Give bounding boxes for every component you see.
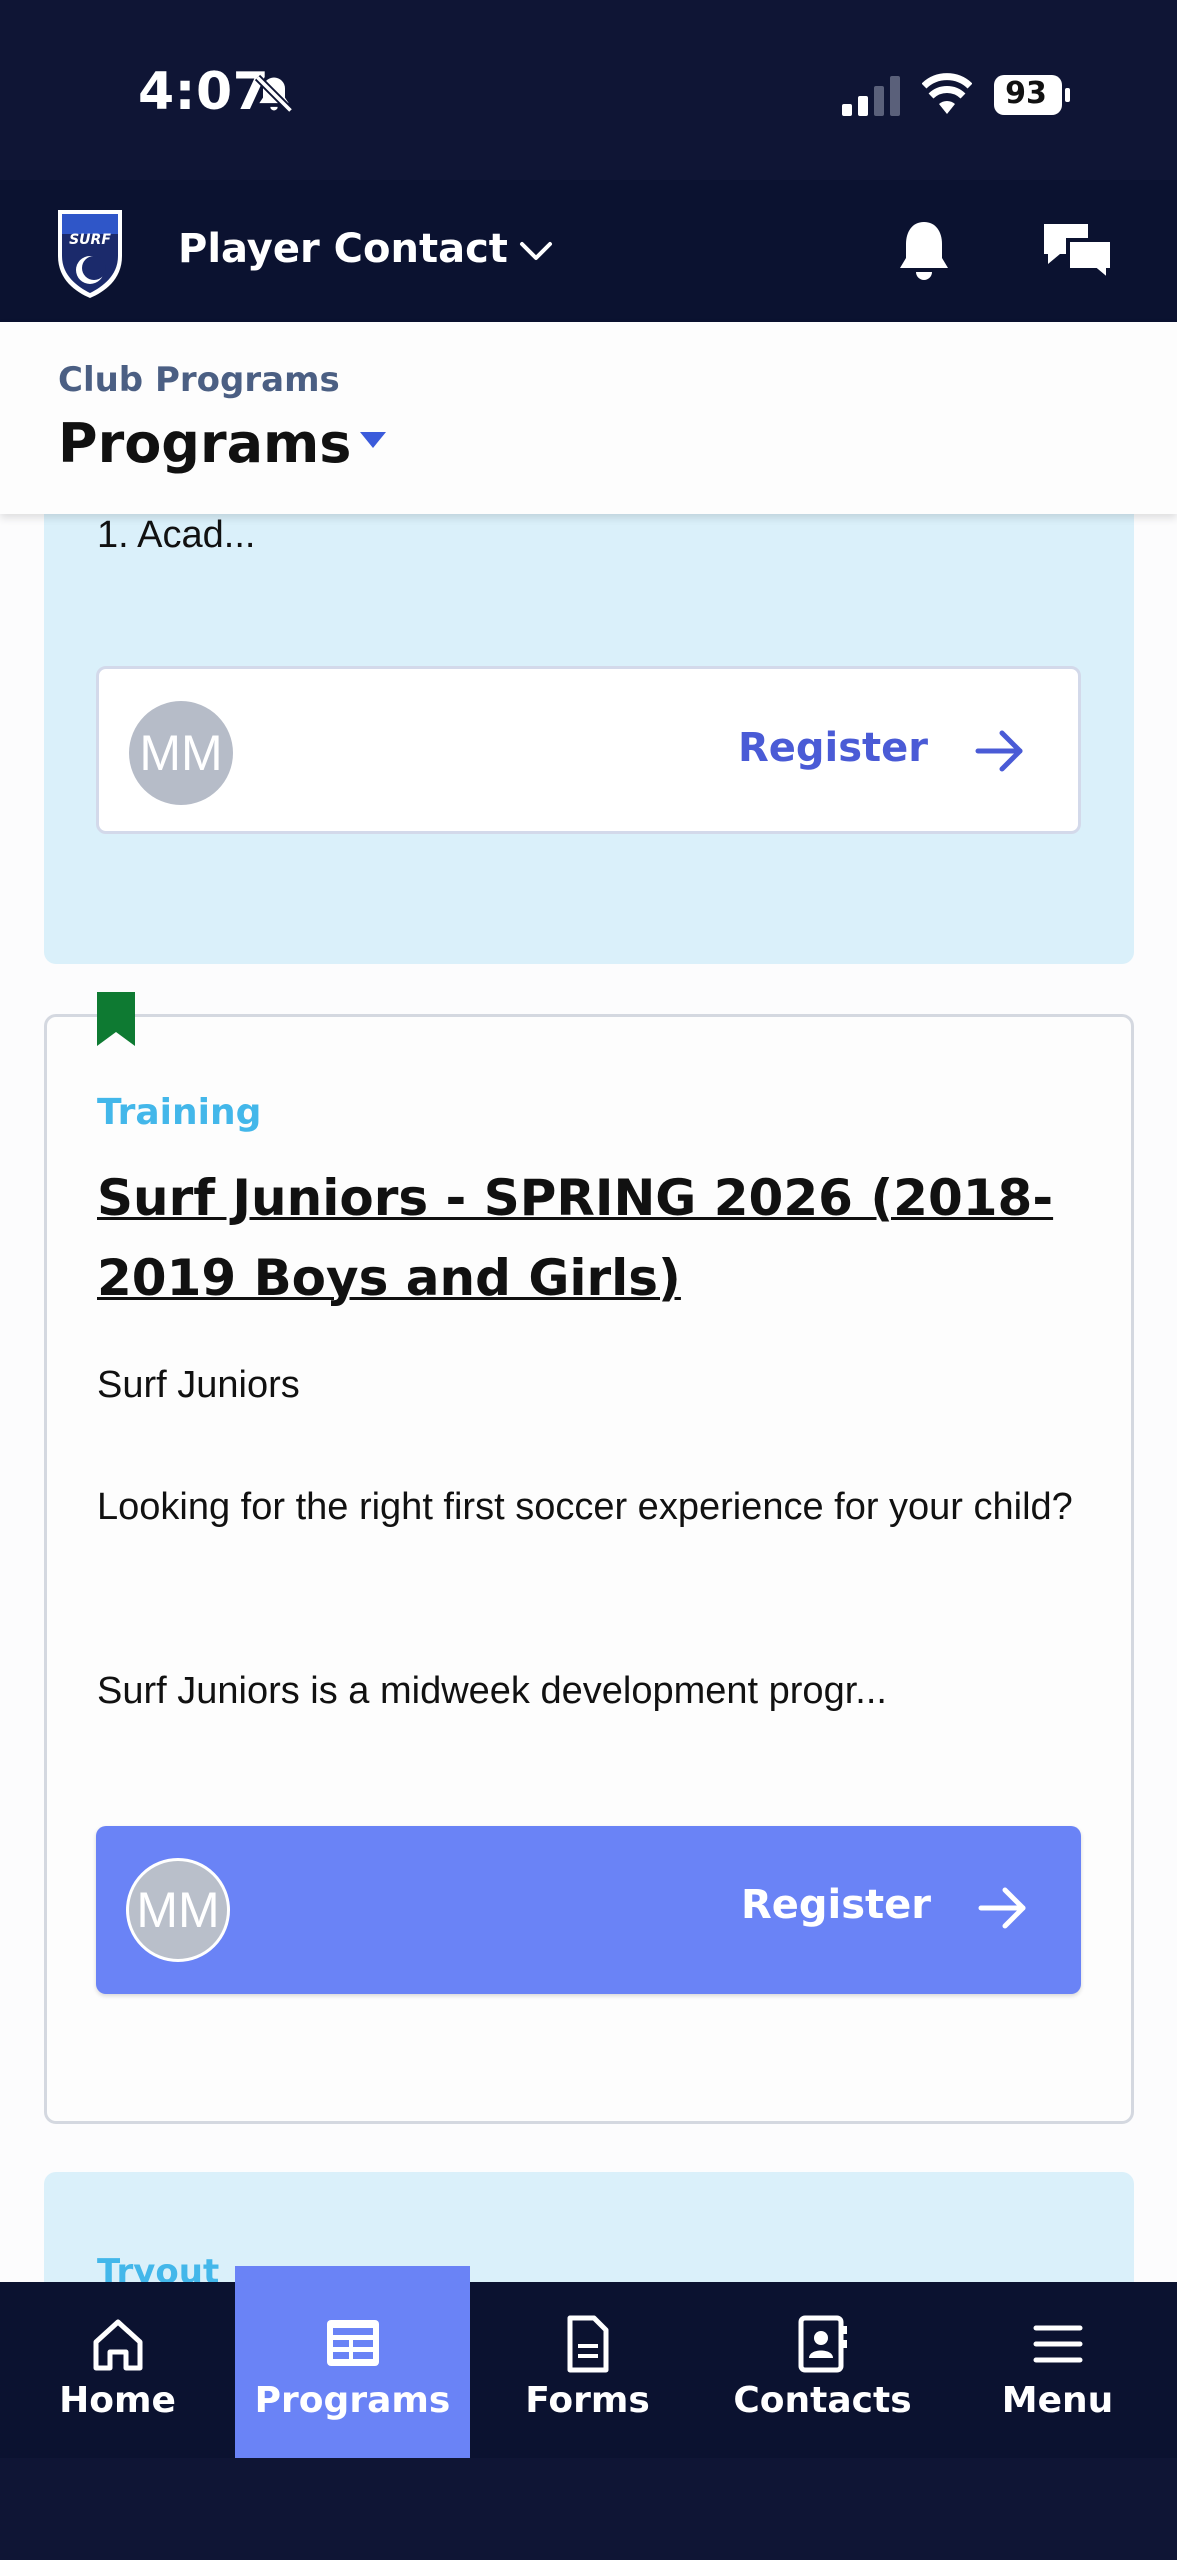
nav-label: Menu	[1001, 2380, 1114, 2421]
register-label: Register	[740, 1882, 931, 1928]
program-category: Training	[97, 1092, 262, 1133]
nav-contacts[interactable]: Contacts	[705, 2282, 940, 2458]
home-indicator-area	[0, 2458, 1177, 2560]
forms-icon	[567, 2315, 609, 2373]
bottom-nav: Home Programs Forms Contacts Menu	[0, 2266, 1177, 2458]
program-description-line: Surf Juniors	[97, 1364, 300, 1406]
status-bar: 4:07 93	[0, 0, 1177, 180]
menu-icon	[1033, 2325, 1083, 2363]
nav-label: Programs	[254, 2380, 451, 2421]
chevron-down-icon[interactable]	[516, 234, 556, 270]
program-description-line: Looking for the right first soccer exper…	[97, 1486, 1073, 1528]
program-title-link[interactable]: Surf Juniors - SPRING 2026 (2018-2019 Bo…	[97, 1158, 1057, 1318]
caret-down-icon[interactable]	[356, 428, 390, 452]
arrow-right-icon	[978, 1887, 1026, 1929]
avatar: MM	[126, 1858, 230, 1962]
battery-level: 93	[1005, 76, 1047, 111]
bookmark-icon[interactable]	[95, 992, 137, 1048]
signal-icon	[842, 76, 900, 116]
chat-icon[interactable]	[1040, 220, 1116, 284]
bell-icon[interactable]	[895, 218, 953, 282]
nav-label: Contacts	[733, 2380, 912, 2421]
svg-text:SURF: SURF	[69, 232, 111, 248]
wifi-icon	[922, 73, 972, 114]
nav-label: Forms	[525, 2380, 650, 2421]
nav-home[interactable]: Home	[0, 2282, 235, 2458]
page-title[interactable]: Programs	[58, 412, 351, 475]
sub-header: Club Programs Programs	[0, 322, 1177, 514]
nav-menu[interactable]: Menu	[940, 2282, 1175, 2458]
home-icon	[93, 2319, 143, 2371]
context-title[interactable]: Player Contact	[178, 226, 508, 272]
breadcrumb: Club Programs	[58, 360, 340, 400]
nav-label: Home	[59, 2380, 176, 2421]
register-label: Register	[737, 725, 928, 771]
program-category: Tryout	[97, 2252, 220, 2282]
program-card-text: 1. Acad...	[97, 514, 256, 556]
register-button[interactable]: MM Register	[96, 1826, 1081, 1994]
program-list[interactable]: 1. Acad... MM Register Training Surf Jun…	[0, 514, 1177, 2282]
nav-programs[interactable]: Programs	[235, 2266, 470, 2458]
arrow-right-icon	[975, 730, 1023, 772]
club-logo[interactable]: SURF	[52, 204, 128, 300]
program-description-line: Surf Juniors is a midweek development pr…	[97, 1670, 887, 1712]
bell-slash-icon	[254, 74, 294, 114]
nav-forms[interactable]: Forms	[470, 2282, 705, 2458]
status-time: 4:07	[138, 62, 270, 122]
register-button[interactable]: MM Register	[96, 666, 1081, 834]
programs-icon	[327, 2320, 379, 2366]
contacts-icon	[798, 2315, 847, 2373]
app-header: SURF Player Contact	[0, 180, 1177, 322]
avatar: MM	[129, 701, 233, 805]
